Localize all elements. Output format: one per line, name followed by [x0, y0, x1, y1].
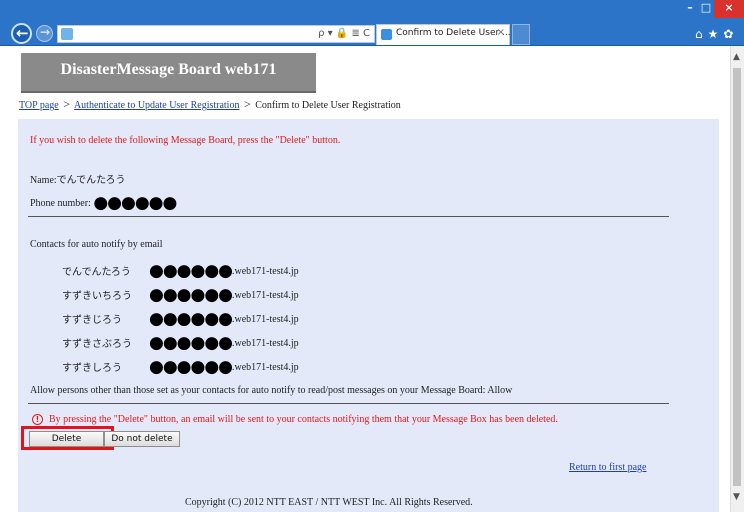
- minimize-button[interactable]: –: [682, 0, 698, 18]
- masked-email-user: ●●●●●●: [149, 261, 233, 281]
- delete-button[interactable]: Delete: [29, 431, 104, 447]
- email-domain: .web171-test4.jp: [232, 362, 299, 373]
- contact-email: ●●●●●●.web171-test4.jp: [149, 285, 299, 305]
- scroll-up-icon[interactable]: ▲: [733, 52, 740, 62]
- scroll-down-icon[interactable]: ▼: [733, 492, 740, 502]
- masked-email-user: ●●●●●●: [149, 333, 233, 353]
- do-not-delete-button[interactable]: Do not delete: [104, 431, 180, 447]
- email-domain: .web171-test4.jp: [232, 314, 299, 325]
- tab-close-icon[interactable]: ×: [497, 27, 505, 38]
- warning-text: By pressing the "Delete" button, an emai…: [49, 414, 558, 425]
- section-divider: [28, 403, 669, 404]
- breadcrumb: TOP page > Authenticate to Update User R…: [19, 97, 401, 112]
- new-tab-button[interactable]: [512, 24, 530, 45]
- back-arrow-icon: ←: [16, 24, 29, 42]
- back-button[interactable]: ←: [11, 23, 32, 44]
- breadcrumb-separator: >: [243, 97, 251, 111]
- contact-email: ●●●●●●.web171-test4.jp: [149, 309, 299, 329]
- vertical-scrollbar[interactable]: ▲ ▼: [730, 46, 744, 512]
- site-title: DisasterMessage Board web171: [60, 61, 277, 78]
- scroll-thumb[interactable]: [733, 68, 741, 486]
- address-bar-controls[interactable]: ρ ▾ 🔒 ≣ C: [318, 26, 370, 42]
- email-domain: .web171-test4.jp: [232, 266, 299, 277]
- address-bar[interactable]: ρ ▾ 🔒 ≣ C: [57, 25, 375, 43]
- phone-label: Phone number:: [30, 198, 91, 209]
- contact-name: すずきいちろう: [62, 291, 132, 302]
- email-domain: .web171-test4.jp: [232, 338, 299, 349]
- browser-toolbar: ← → ρ ▾ 🔒 ≣ C Confirm to Delete User ...…: [0, 0, 744, 46]
- allow-setting-text: Allow persons other than those set as yo…: [30, 385, 513, 396]
- contact-name: すずきじろう: [62, 315, 122, 326]
- ie-favicon-icon: [61, 28, 73, 40]
- name-value: でんでんたろう: [56, 175, 126, 186]
- masked-email-user: ●●●●●●: [149, 309, 233, 329]
- intro-instructions: If you wish to delete the following Mess…: [30, 135, 341, 146]
- contact-email: ●●●●●●.web171-test4.jp: [149, 333, 299, 353]
- name-row: Name:でんでんたろう: [30, 171, 126, 186]
- site-banner: DisasterMessage Board web171: [21, 53, 316, 93]
- home-favorites-settings-icons[interactable]: ⌂★✿: [695, 27, 738, 41]
- masked-email-user: ●●●●●●: [149, 357, 233, 377]
- close-window-button[interactable]: ×: [714, 0, 744, 18]
- name-label: Name:: [30, 175, 57, 186]
- forward-button[interactable]: →: [36, 25, 53, 42]
- warning-icon: !: [32, 414, 43, 425]
- email-domain: .web171-test4.jp: [232, 290, 299, 301]
- contacts-heading: Contacts for auto notify by email: [30, 239, 163, 250]
- section-divider: [28, 216, 669, 217]
- phone-masked-value: ●●●●●●: [93, 193, 177, 213]
- copyright-text: Copyright (C) 2012 NTT EAST / NTT WEST I…: [185, 497, 473, 508]
- contact-name: すずきしろう: [62, 363, 122, 374]
- tab-favicon-icon: [381, 29, 392, 40]
- breadcrumb-auth-link[interactable]: Authenticate to Update User Registration: [74, 100, 240, 111]
- forward-arrow-icon: →: [40, 25, 51, 39]
- delete-warning: ! By pressing the "Delete" button, an ema…: [32, 414, 558, 425]
- breadcrumb-current: Confirm to Delete User Registration: [255, 100, 401, 111]
- maximize-button[interactable]: □: [698, 0, 714, 18]
- contact-email: ●●●●●●.web171-test4.jp: [149, 357, 299, 377]
- contact-name: でんでんたろう: [62, 267, 131, 278]
- contact-name: すずきさぶろう: [62, 339, 132, 350]
- tab-title: Confirm to Delete User ...: [396, 28, 511, 38]
- breadcrumb-top-link[interactable]: TOP page: [19, 100, 59, 111]
- browser-tab[interactable]: Confirm to Delete User ... ×: [376, 24, 511, 45]
- toolbar-divider: [0, 45, 744, 46]
- contact-email: ●●●●●●.web171-test4.jp: [149, 261, 299, 281]
- breadcrumb-separator: >: [63, 97, 70, 111]
- masked-email-user: ●●●●●●: [149, 285, 233, 305]
- return-first-page-link[interactable]: Return to first page: [569, 462, 646, 473]
- phone-row: Phone number: ●●●●●●: [30, 193, 177, 213]
